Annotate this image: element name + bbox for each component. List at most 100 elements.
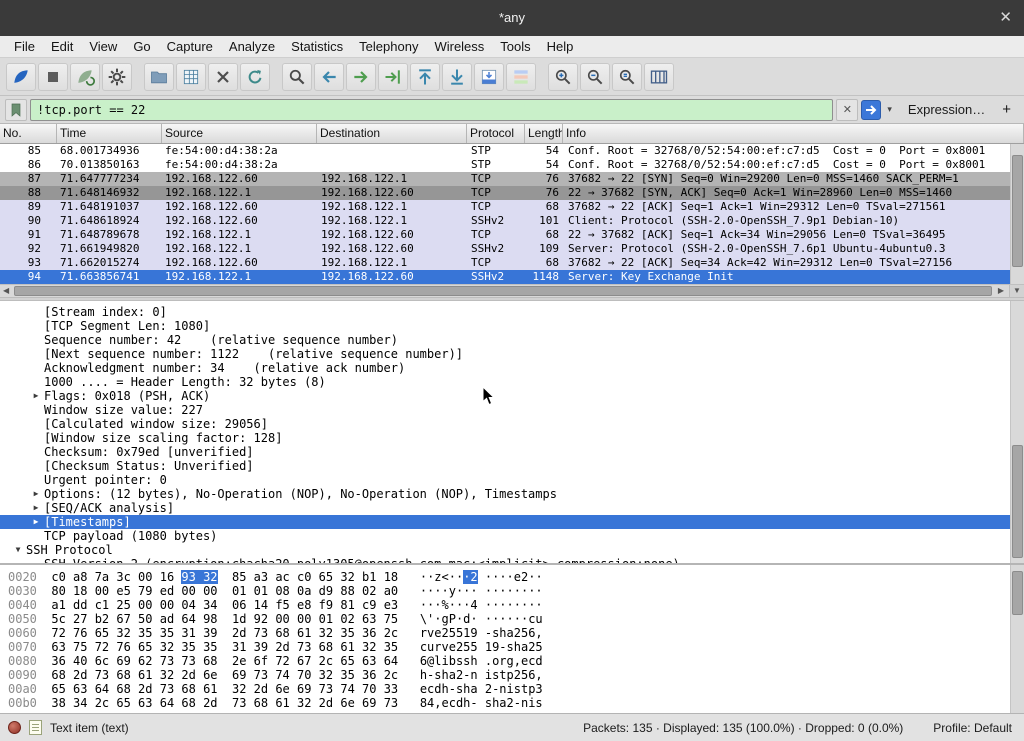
colorize-button[interactable]	[506, 63, 536, 91]
scroll-left-icon[interactable]: ◀	[3, 285, 9, 297]
expanded-arrow-icon[interactable]: ▼	[10, 543, 26, 557]
detail-line[interactable]: [Window size scaling factor: 128]	[0, 431, 1024, 445]
packet-row-90[interactable]: 9071.648618924192.168.122.60192.168.122.…	[0, 214, 1024, 228]
column-header-destination[interactable]: Destination	[317, 124, 467, 143]
column-header-length[interactable]: Length	[525, 124, 563, 143]
restart-capture-button[interactable]	[70, 63, 100, 91]
auto-scroll-button[interactable]	[474, 63, 504, 91]
menu-item-tools[interactable]: Tools	[492, 37, 538, 56]
hex-row[interactable]: 0060 72 76 65 32 35 35 31 39 2d 73 68 61…	[8, 626, 1024, 640]
packet-row-88[interactable]: 8871.648146932192.168.122.1192.168.122.6…	[0, 186, 1024, 200]
find-packet-button[interactable]	[282, 63, 312, 91]
zoom-out-button[interactable]	[580, 63, 610, 91]
scroll-thumb[interactable]	[1012, 155, 1023, 267]
capture-comment-icon[interactable]	[29, 720, 42, 735]
column-header-no[interactable]: No.	[0, 124, 57, 143]
column-header-protocol[interactable]: Protocol	[467, 124, 525, 143]
packet-row-91[interactable]: 9171.648789678192.168.122.1192.168.122.6…	[0, 228, 1024, 242]
packet-row-93[interactable]: 9371.662015274192.168.122.60192.168.122.…	[0, 256, 1024, 270]
hex-row[interactable]: 00b0 38 34 2c 65 63 64 68 2d 73 68 61 32…	[8, 696, 1024, 710]
menu-item-edit[interactable]: Edit	[43, 37, 81, 56]
menu-item-statistics[interactable]: Statistics	[283, 37, 351, 56]
expression-button[interactable]: Expression…	[898, 102, 995, 117]
hex-row[interactable]: 0020 c0 a8 7a 3c 00 16 93 32 85 a3 ac c0…	[8, 570, 1024, 584]
hex-row[interactable]: 0030 80 18 00 e5 79 ed 00 00 01 01 08 0a…	[8, 584, 1024, 598]
go-to-packet-button[interactable]	[378, 63, 408, 91]
zoom-original-button[interactable]	[612, 63, 642, 91]
hex-row[interactable]: 0040 a1 dd c1 25 00 00 04 34 06 14 f5 e8…	[8, 598, 1024, 612]
detail-line[interactable]: Acknowledgment number: 34 (relative ack …	[0, 361, 1024, 375]
packet-row-85[interactable]: 8568.001734936fe:54:00:d4:38:2aSTP54Conf…	[0, 144, 1024, 158]
detail-line[interactable]: [Next sequence number: 1122 (relative se…	[0, 347, 1024, 361]
title-bar[interactable]: *any ✕	[0, 0, 1024, 36]
menu-item-capture[interactable]: Capture	[159, 37, 221, 56]
detail-line[interactable]: SSH Version 2 (encryption:chacha20-poly1…	[0, 557, 1024, 563]
details-vscrollbar[interactable]	[1010, 301, 1024, 563]
resize-columns-button[interactable]	[644, 63, 674, 91]
filter-add-button[interactable]: +	[998, 101, 1019, 118]
window-close-icon[interactable]: ✕	[999, 0, 1012, 36]
hex-row[interactable]: 0070 63 75 72 76 65 32 35 35 31 39 2d 73…	[8, 640, 1024, 654]
menu-item-telephony[interactable]: Telephony	[351, 37, 426, 56]
go-last-button[interactable]	[442, 63, 472, 91]
zoom-in-button[interactable]	[548, 63, 578, 91]
collapsed-arrow-icon[interactable]: ▶	[28, 389, 44, 403]
collapsed-arrow-icon[interactable]: ▶	[28, 501, 44, 515]
detail-line[interactable]: Sequence number: 42 (relative sequence n…	[0, 333, 1024, 347]
detail-line[interactable]: TCP payload (1080 bytes)	[0, 529, 1024, 543]
scroll-thumb[interactable]	[14, 286, 992, 296]
menu-item-view[interactable]: View	[81, 37, 125, 56]
packet-row-86[interactable]: 8670.013850163fe:54:00:d4:38:2aSTP54Conf…	[0, 158, 1024, 172]
detail-line[interactable]: ▶Options: (12 bytes), No-Operation (NOP)…	[0, 487, 1024, 501]
display-filter-input[interactable]	[30, 99, 833, 121]
go-forward-button[interactable]	[346, 63, 376, 91]
hex-vscrollbar[interactable]	[1010, 565, 1024, 713]
packet-list-hscrollbar[interactable]: ◀ ▶ ▼	[0, 284, 1024, 297]
detail-line[interactable]: Window size value: 227	[0, 403, 1024, 417]
close-capture-button[interactable]	[208, 63, 238, 91]
menu-item-help[interactable]: Help	[539, 37, 582, 56]
detail-line[interactable]: [TCP Segment Len: 1080]	[0, 319, 1024, 333]
scroll-thumb[interactable]	[1012, 571, 1023, 615]
collapsed-arrow-icon[interactable]: ▶	[28, 515, 44, 529]
start-capture-button[interactable]	[6, 63, 36, 91]
detail-line[interactable]: ▶[SEQ/ACK analysis]	[0, 501, 1024, 515]
detail-line[interactable]: ▶[Timestamps]	[0, 515, 1024, 529]
packet-list-vscrollbar[interactable]	[1010, 144, 1024, 284]
detail-line[interactable]: Checksum: 0x79ed [unverified]	[0, 445, 1024, 459]
stop-capture-button[interactable]	[38, 63, 68, 91]
detail-line[interactable]: ▶Flags: 0x018 (PSH, ACK)	[0, 389, 1024, 403]
hex-row[interactable]: 0090 68 2d 73 68 61 32 2d 6e 69 73 74 70…	[8, 668, 1024, 682]
column-header-source[interactable]: Source	[162, 124, 317, 143]
hex-row[interactable]: 00a0 65 63 64 68 2d 73 68 61 32 2d 6e 69…	[8, 682, 1024, 696]
filter-clear-button[interactable]: ✕	[836, 99, 858, 121]
collapsed-arrow-icon[interactable]: ▶	[28, 487, 44, 501]
reload-capture-button[interactable]	[240, 63, 270, 91]
filter-bookmark-button[interactable]	[5, 99, 27, 121]
packet-row-89[interactable]: 8971.648191037192.168.122.60192.168.122.…	[0, 200, 1024, 214]
detail-line[interactable]: Urgent pointer: 0	[0, 473, 1024, 487]
detail-line[interactable]: [Checksum Status: Unverified]	[0, 459, 1024, 473]
detail-line[interactable]: [Stream index: 0]	[0, 305, 1024, 319]
packet-row-92[interactable]: 9271.661949820192.168.122.1192.168.122.6…	[0, 242, 1024, 256]
hex-row[interactable]: 0080 36 40 6c 69 62 73 73 68 2e 6f 72 67…	[8, 654, 1024, 668]
menu-item-go[interactable]: Go	[125, 37, 158, 56]
capture-options-button[interactable]	[102, 63, 132, 91]
detail-line[interactable]: ▼SSH Protocol	[0, 543, 1024, 557]
packet-row-87[interactable]: 8771.647777234192.168.122.60192.168.122.…	[0, 172, 1024, 186]
menu-item-analyze[interactable]: Analyze	[221, 37, 283, 56]
scroll-thumb[interactable]	[1012, 445, 1023, 558]
hex-row[interactable]: 0050 5c 27 b2 67 50 ad 64 98 1d 92 00 00…	[8, 612, 1024, 626]
profile-status[interactable]: Profile: Default	[933, 721, 1012, 735]
scroll-right-icon[interactable]: ▶	[998, 285, 1004, 297]
expert-info-icon[interactable]	[8, 721, 21, 734]
filter-dropdown-icon[interactable]: ▾	[884, 104, 895, 115]
column-header-time[interactable]: Time	[57, 124, 162, 143]
menu-item-file[interactable]: File	[6, 37, 43, 56]
detail-line[interactable]: [Calculated window size: 29056]	[0, 417, 1024, 431]
save-capture-button[interactable]	[176, 63, 206, 91]
menu-item-wireless[interactable]: Wireless	[426, 37, 492, 56]
go-back-button[interactable]	[314, 63, 344, 91]
filter-apply-button[interactable]	[861, 100, 881, 120]
open-capture-button[interactable]	[144, 63, 174, 91]
